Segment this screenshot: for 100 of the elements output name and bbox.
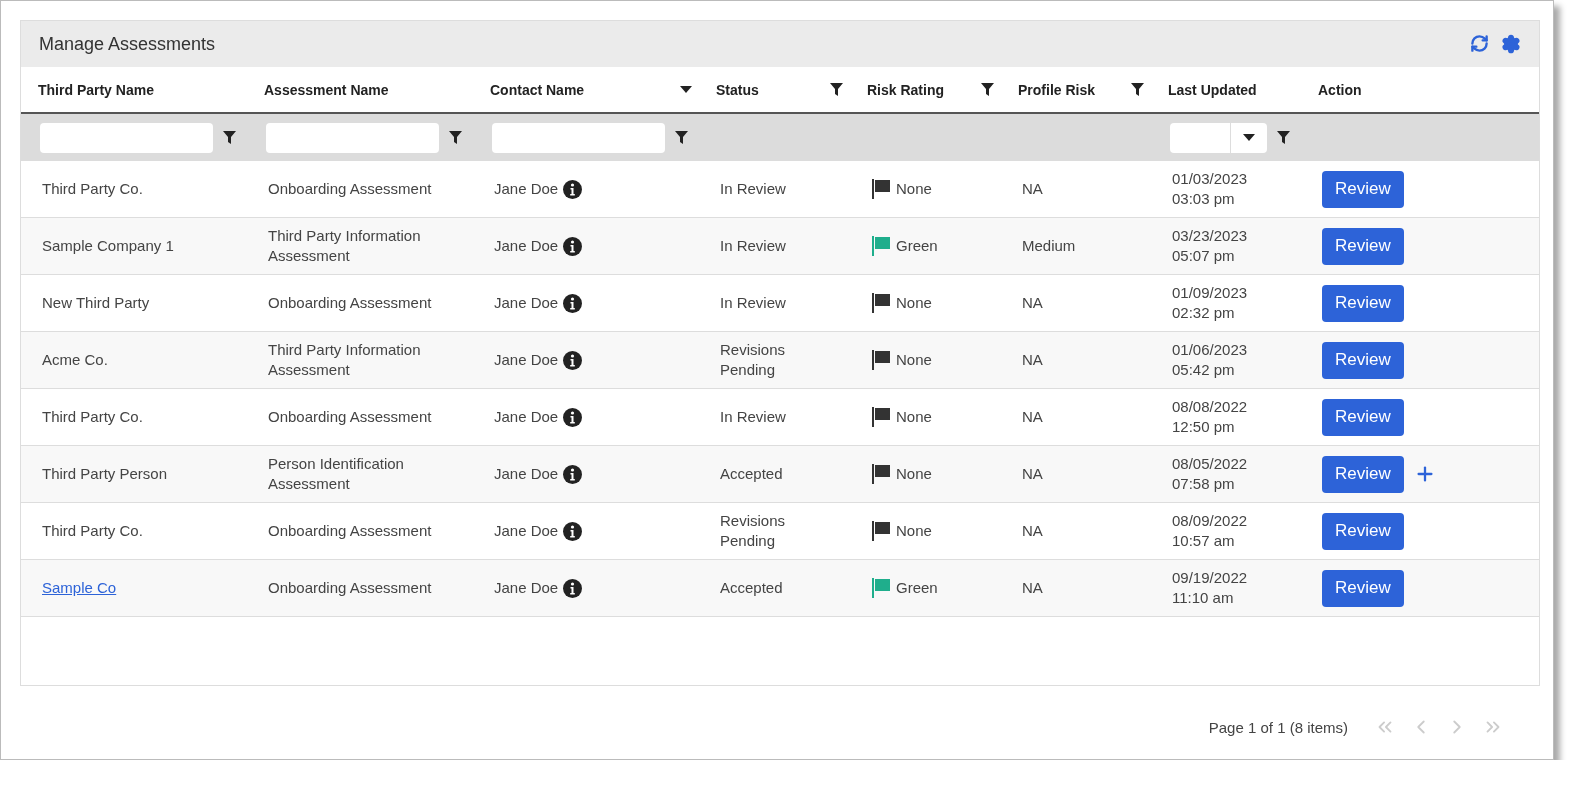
filter-icon[interactable] bbox=[1277, 131, 1290, 144]
info-icon[interactable] bbox=[563, 236, 583, 256]
review-button[interactable]: Review bbox=[1322, 284, 1404, 322]
table-cell-text: 09/19/2022 bbox=[1172, 569, 1249, 586]
info-icon[interactable] bbox=[563, 464, 583, 484]
filter-icon[interactable] bbox=[449, 131, 462, 144]
review-button[interactable]: Review bbox=[1322, 398, 1404, 436]
table-cell-text: In Review bbox=[720, 179, 787, 199]
info-icon[interactable] bbox=[563, 407, 583, 427]
table-cell-text: 08/05/2022 bbox=[1172, 455, 1249, 472]
review-button[interactable]: Review bbox=[1322, 455, 1404, 493]
date-dropdown-button[interactable] bbox=[1231, 122, 1267, 153]
info-icon[interactable] bbox=[563, 293, 583, 313]
column-header[interactable]: Third Party Name bbox=[38, 81, 154, 98]
third-party-link[interactable]: Sample Co bbox=[42, 579, 117, 596]
filter-icon[interactable] bbox=[223, 131, 236, 144]
column-header[interactable]: Risk Rating bbox=[867, 81, 944, 98]
table-cell-text: Onboarding Assessment bbox=[268, 578, 433, 598]
table-cell: Jane Doe bbox=[494, 293, 559, 313]
table-cell-text: NA bbox=[1022, 464, 1044, 484]
review-button[interactable]: Review bbox=[1322, 227, 1404, 265]
table-cell-text: None bbox=[896, 350, 933, 370]
table-cell-text: Accepted bbox=[720, 578, 784, 598]
table-cell-text: Third Party Co. bbox=[42, 180, 144, 197]
table-cell: Jane Doe bbox=[494, 179, 559, 199]
table-cell-text: Onboarding Assessment bbox=[268, 179, 433, 199]
panel-title: Manage Assessments bbox=[39, 33, 216, 55]
filter-icon[interactable] bbox=[1131, 83, 1144, 96]
info-icon[interactable] bbox=[563, 179, 583, 199]
table-cell-text: None bbox=[896, 293, 933, 313]
table-cell-text: Acme Co. bbox=[42, 351, 109, 368]
table-cell-text: Green bbox=[896, 578, 939, 598]
column-header[interactable]: Status bbox=[716, 81, 759, 98]
table-cell-text: Revisions Pending bbox=[720, 511, 787, 551]
table-cell-text: In Review bbox=[720, 236, 787, 256]
table-cell-text: Third Party Information Assessment bbox=[268, 226, 422, 266]
table-cell-text: In Review bbox=[720, 293, 787, 313]
table-cell-text: Person Identification Assessment bbox=[268, 454, 405, 494]
table-cell-text: NA bbox=[1022, 407, 1044, 427]
table-cell-text: Onboarding Assessment bbox=[268, 521, 433, 541]
filter-icon[interactable] bbox=[981, 83, 994, 96]
table-cell-text: Third Party Co. bbox=[42, 522, 144, 539]
table-cell-text: 02:32 pm bbox=[1172, 304, 1236, 321]
table-cell-text: Medium bbox=[1022, 236, 1077, 256]
table-cell: Jane Doe bbox=[494, 236, 559, 256]
filter-input[interactable] bbox=[492, 122, 665, 153]
table-cell: Jane Doe bbox=[494, 464, 559, 484]
column-header[interactable]: Action bbox=[1318, 81, 1362, 98]
table-cell-text: 10:57 am bbox=[1172, 532, 1236, 549]
table-cell-text: 08/08/2022 bbox=[1172, 398, 1249, 415]
filter-icon[interactable] bbox=[830, 83, 843, 96]
table-cell: Jane Doe bbox=[494, 521, 559, 541]
info-icon[interactable] bbox=[563, 578, 583, 598]
review-button[interactable]: Review bbox=[1322, 569, 1404, 607]
table-cell: Jane Doe bbox=[494, 407, 559, 427]
table-cell-text: NA bbox=[1022, 293, 1044, 313]
table-cell-text: NA bbox=[1022, 350, 1044, 370]
table-cell-text: 05:42 pm bbox=[1172, 361, 1236, 378]
table-cell: Jane Doe bbox=[494, 578, 559, 598]
review-button[interactable]: Review bbox=[1322, 341, 1404, 379]
info-icon[interactable] bbox=[563, 350, 583, 370]
column-header[interactable]: Last Updated bbox=[1168, 81, 1257, 98]
table-cell-text: NA bbox=[1022, 521, 1044, 541]
table-cell-text: New Third Party bbox=[42, 294, 151, 311]
table-cell-text: Onboarding Assessment bbox=[268, 407, 433, 427]
table-cell-text: None bbox=[896, 407, 933, 427]
refresh-icon[interactable] bbox=[1470, 34, 1489, 53]
page-summary: Page 1 of 1 (8 items) bbox=[1208, 718, 1348, 736]
table-cell-text: 03/23/2023 bbox=[1172, 227, 1249, 244]
column-header[interactable]: Contact Name bbox=[490, 81, 585, 98]
table-cell-text: Third Party Information Assessment bbox=[268, 340, 422, 380]
table-cell-text: 03:03 pm bbox=[1172, 190, 1236, 207]
table-cell-text: 05:07 pm bbox=[1172, 247, 1236, 264]
table-cell-text: None bbox=[896, 179, 933, 199]
table-cell-text: None bbox=[896, 464, 933, 484]
table-cell-text: None bbox=[896, 521, 933, 541]
table-cell-text: 01/09/2023 bbox=[1172, 284, 1249, 301]
filter-icon[interactable] bbox=[675, 131, 688, 144]
table-cell-text: Sample Company 1 bbox=[42, 237, 175, 254]
table-cell-text: 12:50 pm bbox=[1172, 418, 1236, 435]
date-filter-input[interactable] bbox=[1170, 122, 1231, 153]
filter-input[interactable] bbox=[40, 122, 213, 153]
table-cell-text: Accepted bbox=[720, 464, 784, 484]
review-button[interactable]: Review bbox=[1322, 170, 1404, 208]
column-header[interactable]: Profile Risk bbox=[1018, 81, 1096, 98]
table-cell-text: Third Party Co. bbox=[42, 408, 144, 425]
caret-icon[interactable] bbox=[680, 86, 692, 93]
review-button[interactable]: Review bbox=[1322, 512, 1404, 550]
table-cell: Jane Doe bbox=[494, 350, 559, 370]
column-header[interactable]: Assessment Name bbox=[264, 81, 389, 98]
table-cell-text: 08/09/2022 bbox=[1172, 512, 1249, 529]
filter-input[interactable] bbox=[266, 122, 439, 153]
table-cell-text: NA bbox=[1022, 179, 1044, 199]
table-cell-text: In Review bbox=[720, 407, 787, 427]
table-cell-text: 07:58 pm bbox=[1172, 475, 1236, 492]
info-icon[interactable] bbox=[563, 521, 583, 541]
table-cell-text: 11:10 am bbox=[1172, 589, 1235, 606]
caret-icon[interactable] bbox=[1243, 134, 1255, 141]
settings-icon[interactable] bbox=[1501, 34, 1521, 54]
table-cell-text: Onboarding Assessment bbox=[268, 293, 433, 313]
